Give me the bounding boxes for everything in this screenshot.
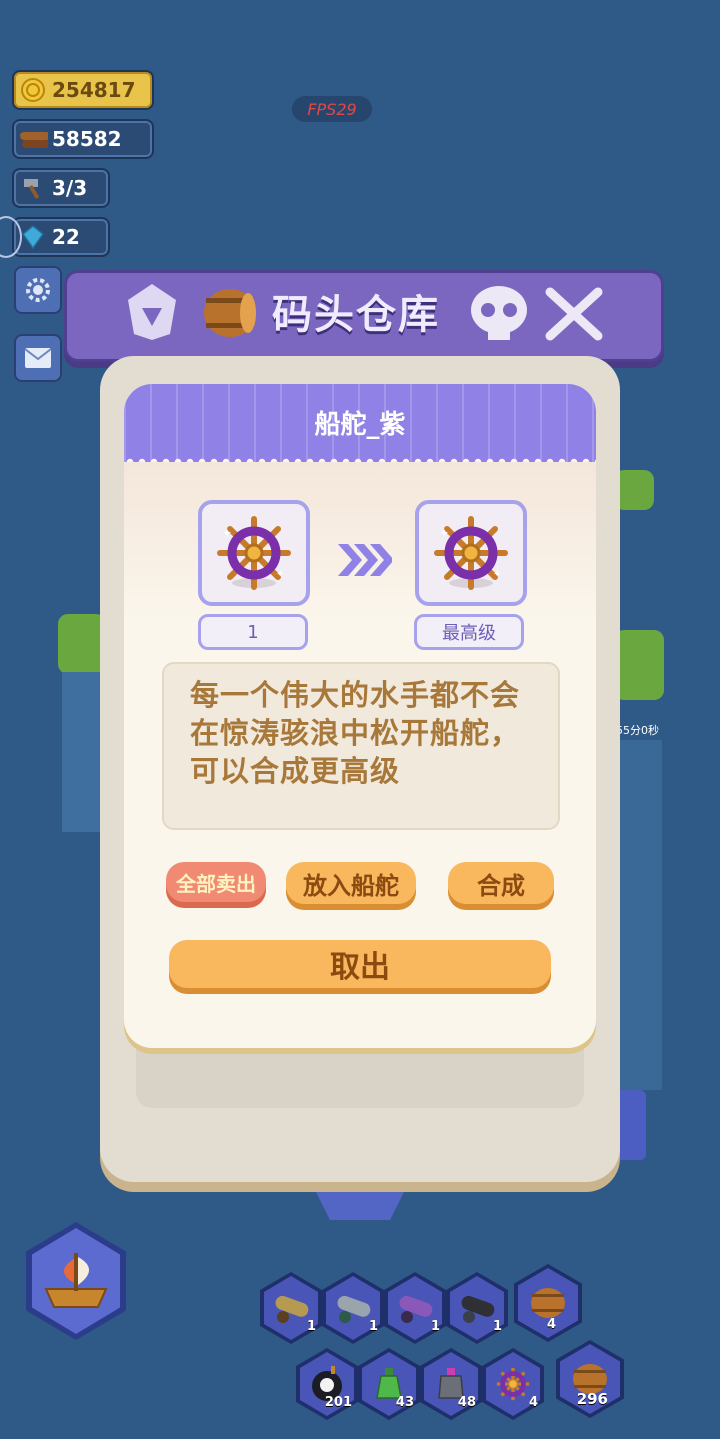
gem-counter: 22 — [12, 217, 110, 257]
inventory-slot-green-potion[interactable]: 43 — [358, 1348, 420, 1420]
barrel-icon — [531, 1288, 565, 1318]
inventory-slot-silver-cannon[interactable]: 1 — [322, 1272, 384, 1344]
svg-text:✦: ✦ — [222, 526, 232, 540]
wood-value: 58582 — [52, 127, 122, 151]
island-right-top — [614, 470, 654, 510]
banner-title: 码头仓库 — [272, 292, 440, 338]
hammer-counter: 3/3 — [12, 168, 110, 208]
hammer-icon — [18, 173, 48, 203]
upgrade-arrow-icon — [336, 540, 394, 584]
inventory-slot-barrel[interactable]: 4 — [514, 1264, 582, 1342]
island-timer: 55分0秒 — [616, 724, 659, 737]
barrel-icon — [200, 286, 260, 344]
island-right-cliff — [618, 740, 662, 1090]
slot-count: 1 — [430, 1319, 440, 1334]
fps-indicator: FPS29 — [292, 96, 372, 122]
slot-count: 4 — [528, 1395, 538, 1410]
next-level-label: 最高级 — [414, 614, 524, 650]
svg-text:✦: ✦ — [276, 569, 284, 580]
skull-icon — [466, 284, 532, 346]
pirate-ship-icon — [44, 1253, 108, 1308]
inventory-slot-black-cannon[interactable]: 1 — [446, 1272, 508, 1344]
merge-button[interactable]: 合成 — [448, 862, 554, 904]
inventory-slot-barrel-2[interactable]: 296 — [556, 1340, 624, 1418]
ship-wheel-icon: ✦ ✦ — [434, 516, 508, 590]
inventory-slot-pink-potion[interactable]: 48 — [420, 1348, 482, 1420]
cannon-building-right — [616, 1090, 646, 1160]
crossed-swords-icon — [542, 284, 606, 348]
slot-count: 4 — [546, 1317, 556, 1332]
gem-value: 22 — [52, 225, 80, 249]
slot-count: 296 — [576, 1390, 608, 1408]
mail-icon — [24, 348, 52, 368]
ship-button[interactable] — [26, 1222, 126, 1340]
coin-value: 254817 — [52, 78, 136, 102]
slot-count: 1 — [368, 1319, 378, 1334]
ship-wheel-icon — [496, 1367, 530, 1401]
settings-button[interactable] — [14, 266, 62, 314]
slot-count: 1 — [492, 1319, 502, 1334]
current-level-label: 1 — [198, 614, 308, 650]
hex-tile-bottom — [310, 1180, 410, 1220]
slot-count: 1 — [306, 1319, 316, 1334]
inventory-slot-purple-cannon[interactable]: 1 — [384, 1272, 446, 1344]
svg-text:✦: ✦ — [493, 569, 501, 580]
card-header: 船舵_紫 — [124, 384, 596, 466]
wood-counter: 58582 — [12, 119, 154, 159]
emblem-icon — [120, 280, 184, 348]
hammer-value: 3/3 — [52, 176, 88, 200]
island-left-cliff — [62, 672, 102, 832]
slot-count: 43 — [395, 1395, 414, 1410]
wood-icon — [18, 124, 48, 154]
slot-count: 201 — [324, 1395, 352, 1410]
inventory-slot-skull-bomb[interactable]: 201 — [296, 1348, 358, 1420]
item-description: 每一个伟大的水手都不会在惊涛骇浪中松开船舵，可以合成更高级 — [190, 678, 521, 788]
sell-all-button[interactable]: 全部卖出 — [166, 862, 266, 902]
gem-icon — [18, 222, 48, 252]
inventory-slot-brass-cannon[interactable]: 1 — [260, 1272, 322, 1344]
item-name: 船舵_紫 — [314, 410, 406, 440]
mail-button[interactable] — [14, 334, 62, 382]
coin-icon — [18, 75, 48, 105]
next-item-slot[interactable]: ✦ ✦ — [415, 500, 527, 606]
island-left — [58, 614, 106, 674]
gear-icon — [26, 278, 50, 302]
ship-button-inner — [32, 1228, 120, 1334]
inventory-slot-ship-wheel[interactable]: 4 — [482, 1348, 544, 1420]
current-item-slot[interactable]: ✦ ✦ — [198, 500, 310, 606]
place-wheel-button[interactable]: 放入船舵 — [286, 862, 416, 904]
ship-wheel-icon: ✦ ✦ — [217, 516, 291, 590]
take-out-button[interactable]: 取出 — [169, 940, 551, 988]
svg-text:✦: ✦ — [439, 526, 449, 540]
island-right-mid — [614, 630, 664, 700]
coin-counter: 254817 — [12, 70, 154, 110]
slot-count: 48 — [457, 1395, 476, 1410]
